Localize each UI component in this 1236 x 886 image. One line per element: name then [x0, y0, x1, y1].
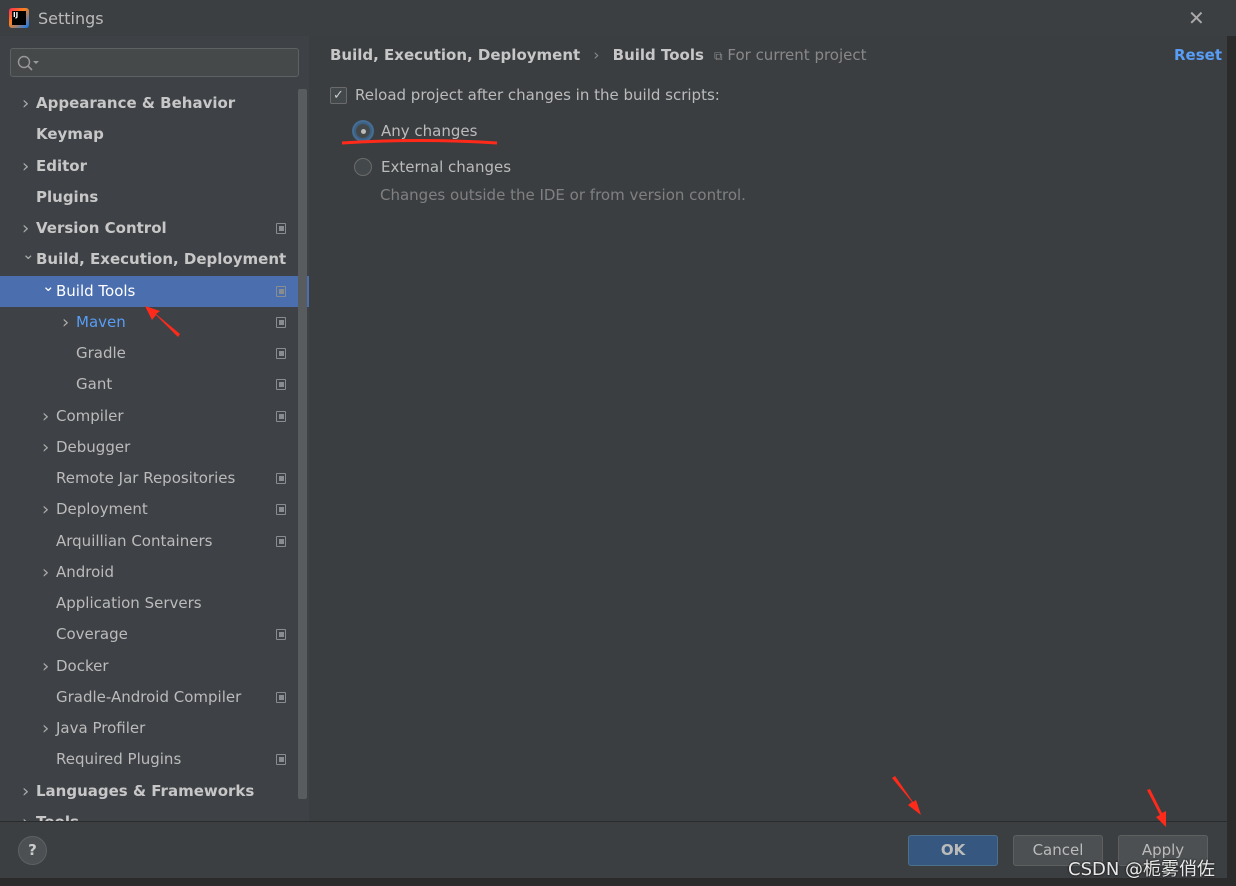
sidebar-item-label: Gradle — [76, 344, 126, 362]
sidebar-item[interactable]: › Maven — [0, 307, 296, 338]
sidebar-item[interactable]: Gradle-Android Compiler — [0, 682, 296, 713]
project-scope-icon — [276, 223, 286, 234]
breadcrumb-separator: › — [593, 46, 600, 64]
ok-button[interactable]: OK — [908, 835, 998, 866]
sidebar-item-label: Arquillian Containers — [56, 531, 213, 550]
sidebar-item[interactable]: Plugins — [0, 182, 296, 213]
search-input[interactable] — [10, 48, 299, 77]
sidebar-item[interactable]: Gradle — [0, 338, 296, 369]
sidebar-item-label: Gradle-Android Compiler — [56, 687, 242, 706]
sidebar-item[interactable]: › Debugger — [0, 432, 296, 463]
sidebar-item[interactable]: Gant — [0, 369, 296, 400]
external-changes-label: External changes — [381, 158, 512, 176]
project-scope-icon — [276, 473, 286, 484]
sidebar-item-label: Deployment — [56, 500, 148, 519]
external-changes-hint: Changes outside the IDE or from version … — [380, 186, 746, 204]
settings-sidebar: › Appearance & Behavior Keymap › Editor Plugi… — [0, 36, 309, 833]
project-scope-icon — [276, 285, 286, 297]
sidebar-item-label: Languages & Frameworks — [36, 781, 255, 800]
sidebar-item-label: Editor — [36, 156, 87, 175]
project-scope-icon — [276, 754, 286, 766]
close-icon[interactable]: ✕ — [1188, 6, 1205, 30]
chevron-right-icon[interactable]: › — [42, 432, 49, 463]
sidebar-item[interactable]: › Version Control — [0, 213, 296, 244]
sidebar-item[interactable]: Remote Jar Repositories — [0, 463, 296, 494]
sidebar-item[interactable]: › Appearance & Behavior — [0, 88, 296, 119]
search-icon — [17, 55, 39, 71]
sidebar-item-label: Build, Execution, Deployment — [36, 250, 287, 269]
sidebar-item-label: Version Control — [36, 219, 167, 237]
chevron-right-icon[interactable]: › — [42, 557, 49, 588]
reload-checkbox-label: Reload project after changes in the buil… — [355, 86, 720, 104]
sidebar-item-label: Plugins — [36, 187, 99, 206]
sidebar-item[interactable]: Arquillian Containers — [0, 526, 296, 557]
chevron-right-icon[interactable]: › — [42, 401, 49, 432]
external-changes-radio[interactable] — [354, 158, 372, 176]
copy-icon: ⧉ — [714, 49, 723, 63]
sidebar-item[interactable]: Application Servers — [0, 588, 296, 619]
chevron-right-icon[interactable]: › — [22, 776, 29, 807]
any-changes-label: Any changes — [381, 122, 478, 140]
breadcrumb: Build, Execution, Deployment › Build Too… — [330, 46, 712, 64]
any-changes-radio[interactable] — [354, 122, 372, 140]
chevron-right-icon[interactable]: › — [62, 307, 69, 338]
sidebar-item-label: Maven — [76, 312, 126, 331]
sidebar-item[interactable]: Coverage — [0, 619, 296, 650]
bottom-bar — [0, 878, 1236, 886]
reset-link[interactable]: Reset — [1174, 46, 1222, 64]
sidebar-item-label: Gant — [76, 375, 113, 394]
build-tools-panel: Build, Execution, Deployment › Build Too… — [309, 36, 1227, 821]
project-scope-icon — [276, 691, 286, 703]
sidebar-item-label: Android — [56, 562, 114, 581]
sidebar-item-label: Docker — [56, 656, 109, 675]
sidebar-item-label: Coverage — [56, 625, 128, 644]
sidebar-item-label: Required Plugins — [56, 750, 182, 769]
sidebar-item[interactable]: › Languages & Frameworks — [0, 776, 296, 807]
help-button[interactable]: ? — [18, 836, 47, 865]
project-scope-icon — [276, 504, 286, 516]
project-scope-icon — [276, 379, 286, 391]
dialog-footer: ? OK Cancel Apply — [0, 821, 1227, 878]
project-scope-label: ⧉ For current project — [714, 46, 867, 64]
sidebar-scrollbar[interactable] — [298, 89, 307, 799]
title-bar: IJ Settings ✕ — [0, 0, 1236, 36]
sidebar-item[interactable]: › Android — [0, 557, 296, 588]
intellij-logo-icon: IJ — [9, 8, 29, 28]
chevron-down-icon[interactable]: ⌄ — [22, 239, 35, 270]
sidebar-item[interactable]: › Compiler — [0, 401, 296, 432]
sidebar-item[interactable]: › Editor — [0, 151, 296, 182]
reload-checkbox[interactable]: ✓ — [330, 87, 347, 104]
project-scope-icon — [276, 535, 286, 547]
project-scope-icon — [276, 410, 286, 422]
sidebar-item-label: Keymap — [36, 125, 104, 144]
chevron-right-icon[interactable]: › — [42, 651, 49, 682]
sidebar-item[interactable]: Required Plugins — [0, 744, 296, 775]
sidebar-item-label: Build Tools — [56, 281, 136, 300]
window-edge — [1227, 36, 1236, 886]
sidebar-item-label: Appearance & Behavior — [36, 94, 236, 112]
chevron-right-icon[interactable]: › — [42, 713, 49, 744]
sidebar-item[interactable]: › Docker — [0, 651, 296, 682]
window-title: Settings — [38, 9, 104, 28]
chevron-right-icon[interactable]: › — [22, 151, 29, 182]
sidebar-item-label: Application Servers — [56, 594, 202, 612]
sidebar-item-label: Compiler — [56, 406, 124, 425]
sidebar-item-label: Debugger — [56, 437, 131, 456]
chevron-right-icon[interactable]: › — [42, 494, 49, 525]
sidebar-item[interactable]: Keymap — [0, 119, 296, 150]
chevron-down-icon[interactable]: ⌄ — [42, 271, 55, 302]
project-scope-icon — [276, 348, 286, 359]
breadcrumb-item[interactable]: Build, Execution, Deployment — [330, 46, 580, 64]
project-scope-icon — [276, 629, 286, 641]
project-scope-icon — [276, 316, 286, 328]
sidebar-item[interactable]: ⌄ Build Tools — [0, 275, 309, 307]
chevron-right-icon[interactable]: › — [22, 88, 29, 119]
breadcrumb-item: Build Tools — [612, 46, 704, 64]
sidebar-item-label: Remote Jar Repositories — [56, 469, 236, 487]
scope-text: For current project — [727, 46, 867, 64]
sidebar-item[interactable]: › Deployment — [0, 494, 296, 525]
watermark: CSDN @栀雾俏佐 — [1068, 859, 1216, 880]
sidebar-item-label: Java Profiler — [56, 719, 146, 737]
sidebar-item[interactable]: › Java Profiler — [0, 713, 296, 744]
